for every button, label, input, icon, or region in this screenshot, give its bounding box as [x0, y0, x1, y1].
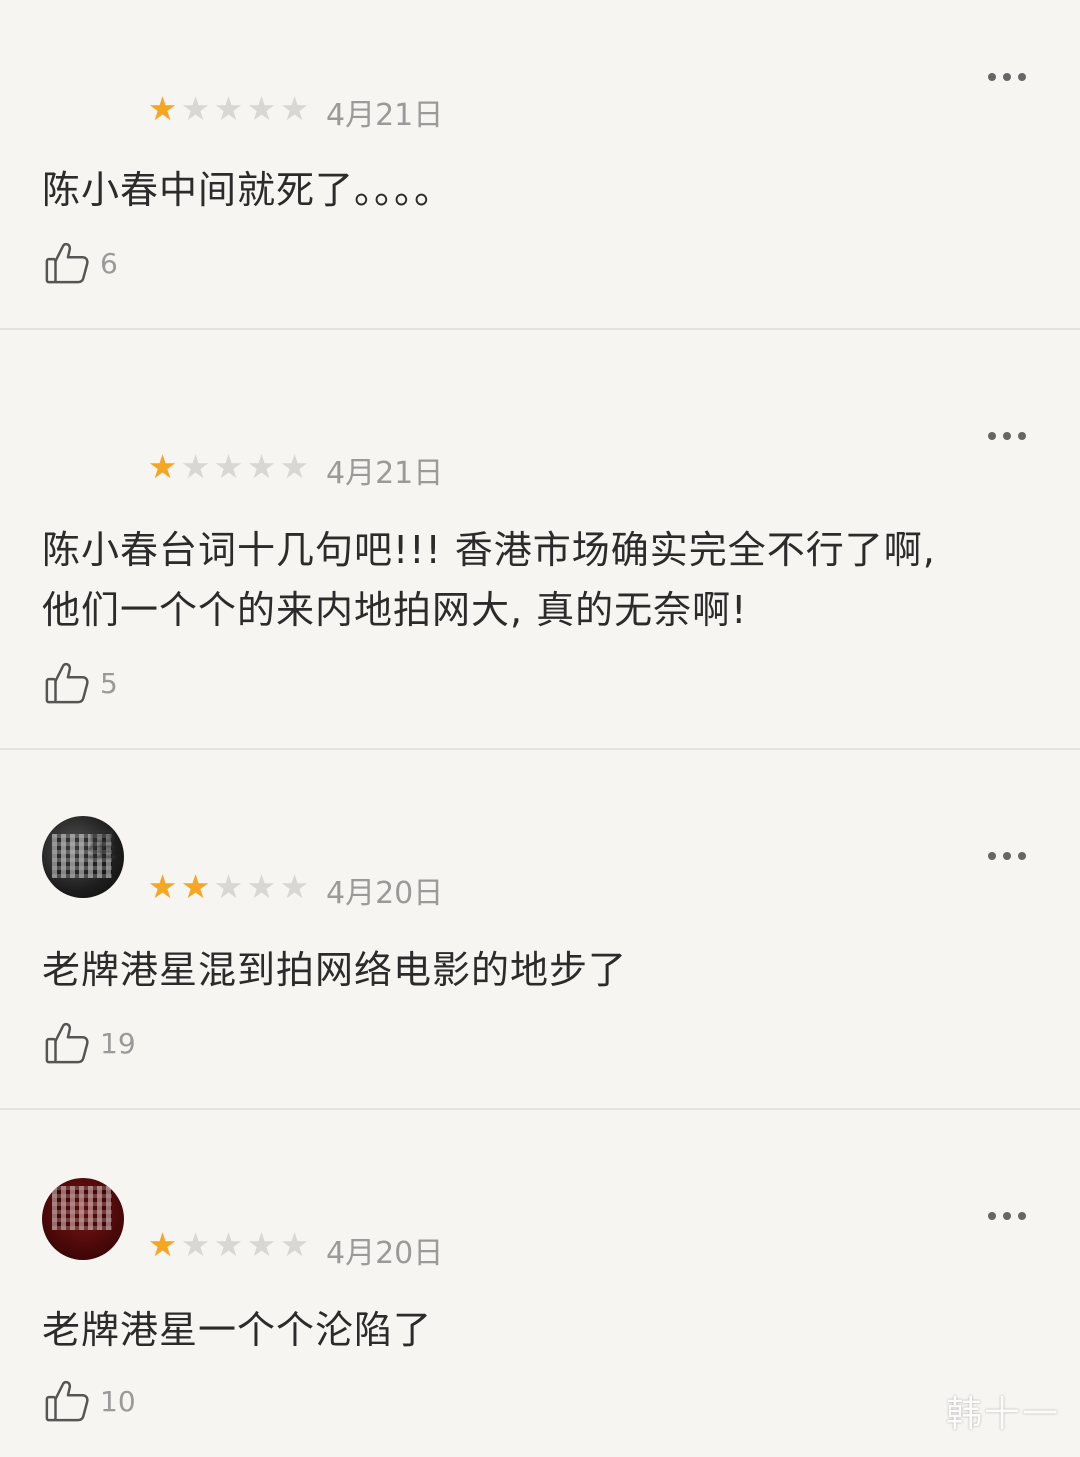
star-rating: ★ ★ ★ ★ ★: [146, 870, 311, 904]
review-card: ★ ★ ★ ★ ★ 4月21日 陈小春中间就死了。。。。 6: [0, 0, 1080, 330]
avatar[interactable]: [42, 420, 124, 502]
like-button[interactable]: 19: [44, 1020, 136, 1066]
star-empty-icon: ★: [213, 867, 244, 906]
more-icon: [988, 1212, 996, 1220]
more-options-button[interactable]: [988, 1212, 1026, 1220]
star-empty-icon: ★: [246, 867, 277, 906]
star-filled-icon: ★: [147, 447, 178, 486]
watermark: 韩十一: [945, 1394, 1060, 1435]
star-empty-icon: ★: [246, 447, 277, 486]
more-options-button[interactable]: [988, 432, 1026, 440]
username[interactable]: 星: [86, 820, 118, 866]
avatar-image: [52, 1186, 112, 1230]
review-date: 4月21日: [326, 456, 444, 491]
like-count: 19: [100, 1026, 136, 1060]
review-text-line: 陈小春台词十几句吧!!! 香港市场确实完全不行了啊,: [42, 528, 936, 572]
star-rating: ★ ★ ★ ★ ★: [146, 92, 311, 126]
more-options-button[interactable]: [988, 852, 1026, 860]
like-count: 10: [100, 1384, 136, 1418]
thumbs-up-icon: [45, 1022, 89, 1064]
review-date: 4月20日: [326, 876, 444, 911]
more-icon: [988, 852, 996, 860]
star-empty-icon: ★: [180, 89, 211, 128]
like-count: 6: [100, 246, 118, 280]
star-empty-icon: ★: [213, 89, 244, 128]
like-count: 5: [100, 666, 118, 700]
avatar[interactable]: [42, 1178, 124, 1260]
review-text: 老牌港星混到拍网络电影的地步了: [42, 948, 628, 992]
thumbs-up-icon: [45, 242, 89, 284]
star-filled-icon: ★: [147, 1225, 178, 1264]
like-button[interactable]: 6: [44, 240, 118, 286]
star-empty-icon: ★: [246, 89, 277, 128]
review-text: 陈小春台词十几句吧!!! 香港市场确实完全不行了啊, 他们一个个的来内地拍网大,…: [42, 520, 1032, 640]
review-date: 4月20日: [326, 1236, 444, 1271]
star-empty-icon: ★: [213, 1225, 244, 1264]
review-card: ★ ★ ★ ★ ★ 4月21日 陈小春台词十几句吧!!! 香港市场确实完全不行了…: [0, 330, 1080, 750]
star-rating: ★ ★ ★ ★ ★: [146, 1228, 311, 1262]
star-empty-icon: ★: [279, 1225, 310, 1264]
star-empty-icon: ★: [279, 89, 310, 128]
star-empty-icon: ★: [279, 867, 310, 906]
more-options-button[interactable]: [988, 73, 1026, 81]
thumbs-up-icon: [45, 662, 89, 704]
review-text: 老牌港星一个个沦陷了: [42, 1308, 433, 1352]
more-icon: [988, 73, 996, 81]
like-button[interactable]: 5: [44, 660, 118, 706]
star-filled-icon: ★: [147, 89, 178, 128]
avatar[interactable]: [42, 66, 124, 148]
star-filled-icon: ★: [147, 867, 178, 906]
like-button[interactable]: 10: [44, 1378, 136, 1424]
review-card: ★ ★ ★ ★ ★ 4月20日 老牌港星一个个沦陷了 10: [0, 1110, 1080, 1457]
star-empty-icon: ★: [180, 447, 211, 486]
review-text: 陈小春中间就死了。。。。: [42, 168, 454, 212]
star-empty-icon: ★: [180, 1225, 211, 1264]
star-filled-icon: ★: [180, 867, 211, 906]
star-empty-icon: ★: [246, 1225, 277, 1264]
star-empty-icon: ★: [213, 447, 244, 486]
star-rating: ★ ★ ★ ★ ★: [146, 450, 311, 484]
review-date: 4月21日: [326, 98, 444, 133]
review-text-line: 他们一个个的来内地拍网大, 真的无奈啊!: [42, 588, 748, 632]
thumbs-up-icon: [45, 1380, 89, 1422]
more-icon: [988, 432, 996, 440]
review-card: 星 ★ ★ ★ ★ ★ 4月20日 老牌港星混到拍网络电影的地步了 19: [0, 750, 1080, 1110]
star-empty-icon: ★: [279, 447, 310, 486]
